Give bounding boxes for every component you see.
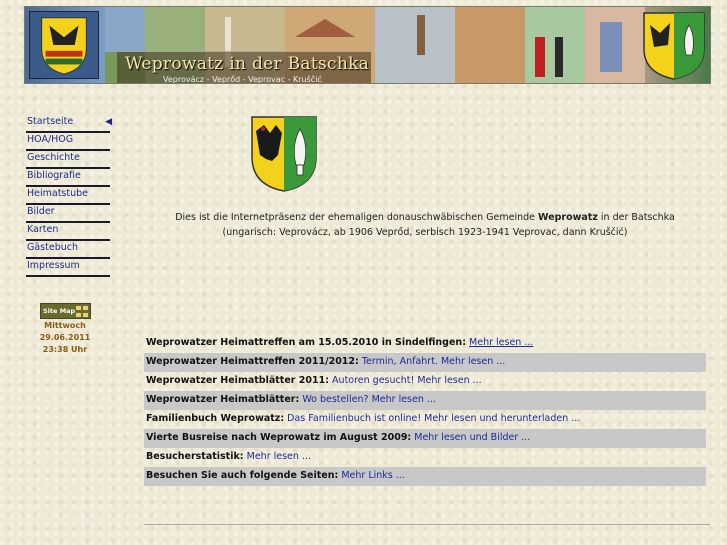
news-link[interactable]: Autoren gesucht! Mehr lesen ...	[332, 375, 482, 386]
intro-line-2: (ungarisch: Veprovácz, ab 1906 Veprőd, s…	[222, 227, 628, 238]
news-link[interactable]: Mehr lesen ...	[247, 451, 311, 462]
nav-label: Impressum	[27, 260, 80, 271]
nav-item-startseite[interactable]: Startseite ◀	[26, 115, 112, 133]
nav-label: HOA/HOG	[27, 134, 74, 145]
nav-label: Heimatstube	[27, 188, 88, 199]
nav-item-bibliografie[interactable]: Bibliografie	[26, 169, 110, 187]
news-link[interactable]: Wo bestellen? Mehr lesen ...	[302, 394, 436, 405]
news-link[interactable]: Mehr lesen und Bilder ...	[414, 432, 530, 443]
intro-text: Dies ist die Internetpräsenz der ehemali…	[150, 210, 700, 240]
coat-of-arms-icon	[251, 116, 317, 192]
news-title: Weprowatzer Heimattreffen am 15.05.2010 …	[146, 337, 466, 348]
nav-item-gaestebuch[interactable]: Gästebuch	[26, 241, 110, 259]
active-arrow-icon: ◀	[105, 117, 112, 127]
news-row: Vierte Busreise nach Weprowatz im August…	[144, 429, 706, 448]
news-list: Weprowatzer Heimattreffen am 15.05.2010 …	[144, 334, 706, 486]
news-row: Weprowatzer Heimatblätter 2011: Autoren …	[144, 372, 706, 391]
header-banner: Weprowatz in der Batschka Veprovácz - Ve…	[24, 6, 711, 84]
intro-village-name: Weprowatz	[538, 212, 598, 223]
sidebar-nav: Startseite ◀ HOA/HOG Geschichte Bibliogr…	[26, 115, 112, 277]
news-row: Weprowatzer Heimattreffen am 15.05.2010 …	[144, 334, 706, 353]
sitemap-label: Site Map	[43, 307, 76, 315]
date-display: Mittwoch 29.06.2011 23:38 Uhr	[30, 320, 100, 356]
news-row: Besuchen Sie auch folgende Seiten: Mehr …	[144, 467, 706, 486]
news-link[interactable]: Mehr Links ...	[341, 470, 404, 481]
site-title: Weprowatz in der Batschka	[125, 54, 370, 74]
nav-label: Bilder	[27, 206, 55, 217]
date: 29.06.2011	[39, 333, 91, 342]
nav-item-karten[interactable]: Karten	[26, 223, 110, 241]
news-link[interactable]: Mehr lesen ...	[469, 337, 533, 348]
nav-label: Gästebuch	[27, 242, 78, 253]
right-crest-icon	[643, 12, 705, 80]
nav-item-bilder[interactable]: Bilder	[26, 205, 110, 223]
news-title: Besucherstatistik:	[146, 451, 244, 462]
nav-label: Startseite	[27, 116, 74, 127]
news-row: Besucherstatistik: Mehr lesen ...	[144, 448, 706, 467]
news-title: Weprowatzer Heimatblätter 2011:	[146, 375, 330, 386]
nav-item-geschichte[interactable]: Geschichte	[26, 151, 110, 169]
intro-post: in der Batschka	[597, 212, 675, 223]
news-row: Weprowatzer Heimattreffen 2011/2012: Ter…	[144, 353, 706, 372]
news-link[interactable]: Termin, Anfahrt. Mehr lesen ...	[362, 356, 505, 367]
news-row: Weprowatzer Heimatblätter: Wo bestellen?…	[144, 391, 706, 410]
news-title: Vierte Busreise nach Weprowatz im August…	[146, 432, 412, 443]
news-link[interactable]: Das Familienbuch ist online! Mehr lesen …	[287, 413, 580, 424]
intro-line-1: Dies ist die Internetpräsenz der ehemali…	[150, 210, 700, 225]
nav-label: Bibliografie	[27, 170, 81, 181]
left-crest-icon	[29, 11, 99, 79]
weekday: Mittwoch	[44, 321, 86, 330]
sitemap-button[interactable]: Site Map	[40, 303, 91, 319]
sitemap-grid-icon	[76, 306, 88, 317]
site-subtitle: Veprovácz - Veprőd - Veprovac - Kruščić	[163, 75, 322, 84]
news-title: Familienbuch Weprowatz:	[146, 413, 285, 424]
nav-label: Geschichte	[27, 152, 80, 163]
news-title: Besuchen Sie auch folgende Seiten:	[146, 470, 339, 481]
nav-item-impressum[interactable]: Impressum	[26, 259, 110, 277]
nav-item-heimatstube[interactable]: Heimatstube	[26, 187, 110, 205]
banner-title: Weprowatz in der Batschka Veprovácz - Ve…	[117, 51, 371, 84]
intro-pre: Dies ist die Internetpräsenz der ehemali…	[175, 212, 539, 223]
time: 23:38 Uhr	[42, 345, 88, 354]
nav-item-hoa-hog[interactable]: HOA/HOG	[26, 133, 110, 151]
nav-label: Karten	[27, 224, 59, 235]
divider	[144, 524, 710, 525]
news-title: Weprowatzer Heimattreffen 2011/2012:	[146, 356, 359, 367]
news-row: Familienbuch Weprowatz: Das Familienbuch…	[144, 410, 706, 429]
news-title: Weprowatzer Heimatblätter:	[146, 394, 300, 405]
